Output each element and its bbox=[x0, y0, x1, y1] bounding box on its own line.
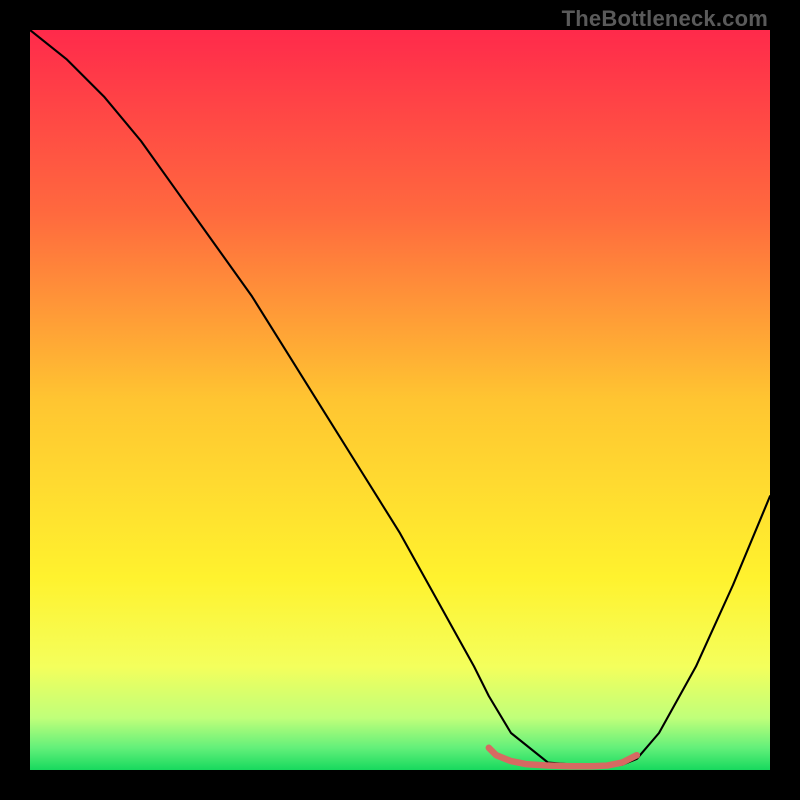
watermark-text: TheBottleneck.com bbox=[562, 6, 768, 32]
chart-frame bbox=[30, 30, 770, 770]
bottleneck-chart bbox=[30, 30, 770, 770]
